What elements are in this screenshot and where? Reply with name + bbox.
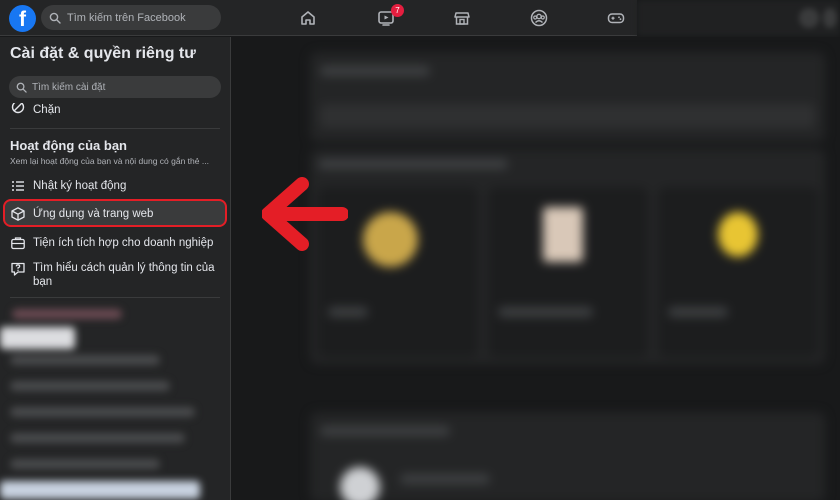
- sidebar-title: Cài đặt & quyền riêng tư: [10, 45, 196, 62]
- sidebar-item-apps-and-websites[interactable]: Ứng dụng và trang web: [10, 206, 153, 222]
- activity-section-title: Hoạt động của bạn: [10, 138, 127, 153]
- video-notification-badge: 7: [391, 4, 404, 17]
- list-icon: [12, 181, 24, 191]
- sidebar-item-label: Tìm hiểu cách quản lý thông tin của bạn: [33, 262, 215, 288]
- blurred-topbar-area: [637, 0, 840, 36]
- box-icon: [11, 207, 25, 221]
- sidebar-item-label: Tiện ích tích hợp cho doanh nghiệp: [33, 237, 214, 249]
- sidebar-item-activity-log[interactable]: Nhật ký hoạt động: [10, 178, 126, 194]
- sidebar-item-label: Nhật ký hoạt động: [33, 180, 127, 192]
- search-icon: [16, 82, 27, 93]
- settings-search-input[interactable]: Tìm kiếm cài đặt: [9, 76, 221, 98]
- settings-search-placeholder: Tìm kiếm cài đặt: [32, 81, 106, 93]
- sidebar-item-business-integrations[interactable]: Tiện ích tích hợp cho doanh nghiệp: [10, 235, 213, 251]
- divider: [10, 297, 220, 298]
- sidebar-item-label: Chặn: [33, 104, 61, 116]
- sidebar-item-block[interactable]: Chặn: [10, 103, 61, 117]
- facebook-search-input[interactable]: Tìm kiếm trên Facebook: [41, 5, 221, 30]
- sidebar-item-label: Ứng dụng và trang web: [33, 208, 154, 220]
- search-icon: [49, 12, 61, 24]
- divider: [10, 128, 220, 129]
- activity-section-subtitle: Xem lại hoạt động của bạn và nội dung có…: [10, 156, 209, 166]
- top-navigation-bar: f Tìm kiếm trên Facebook 7: [0, 0, 637, 36]
- sidebar-item-manage-information[interactable]: Tìm hiểu cách quản lý thông tin của bạn: [10, 261, 215, 289]
- marketplace-icon[interactable]: [452, 8, 472, 28]
- red-arrow-icon: [262, 177, 348, 251]
- blurred-sidebar-section: [0, 299, 230, 500]
- blurred-main-content: [232, 37, 840, 500]
- search-placeholder: Tìm kiếm trên Facebook: [67, 11, 186, 24]
- question-icon: [11, 262, 25, 276]
- gaming-icon[interactable]: [606, 8, 626, 28]
- settings-sidebar: Cài đặt & quyền riêng tư Tìm kiếm cài đặ…: [0, 37, 231, 500]
- facebook-logo-icon[interactable]: f: [9, 5, 36, 32]
- groups-icon[interactable]: [529, 8, 549, 28]
- block-icon: [11, 103, 25, 114]
- home-icon[interactable]: [298, 8, 318, 28]
- briefcase-icon: [11, 237, 25, 250]
